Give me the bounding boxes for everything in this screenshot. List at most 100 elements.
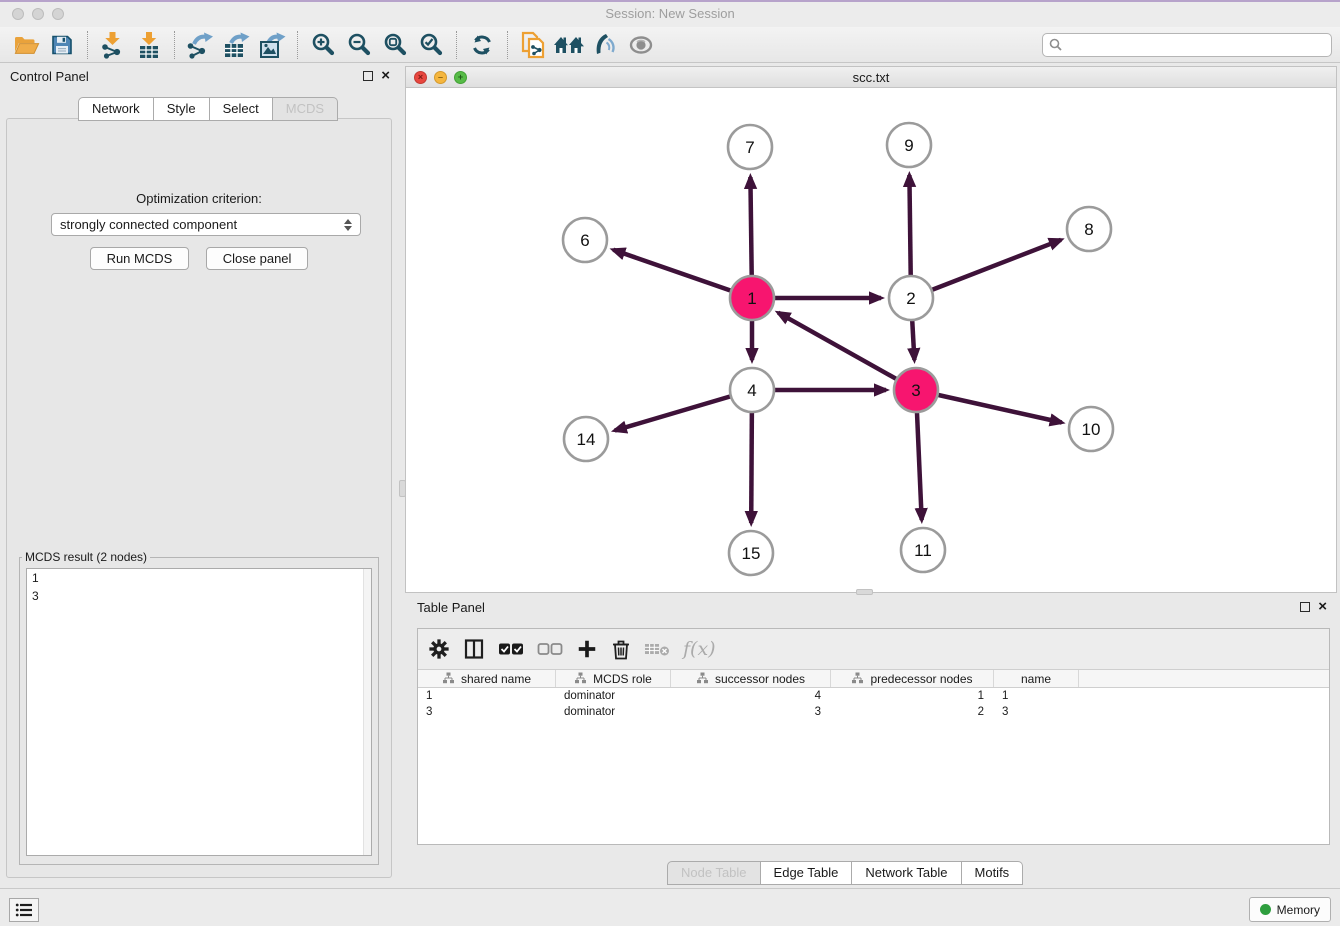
cell-successor-nodes[interactable]: 4 [671,688,831,704]
splitter-grip-horizontal[interactable] [856,589,873,595]
dropdown-stepper-icon [344,219,352,231]
first-neighbors-button[interactable] [551,30,587,60]
save-session-button[interactable] [44,30,80,60]
open-session-button[interactable] [8,30,44,60]
memory-status-icon [1260,904,1271,915]
zoom-out-icon [347,32,372,57]
mcds-result-text[interactable]: 13 [26,568,372,856]
graph-edge-3-1[interactable] [778,313,916,390]
cell-shared-name[interactable]: 1 [418,688,556,704]
style-brush-button[interactable] [587,30,623,60]
status-bar: Memory [0,888,1340,926]
criterion-dropdown[interactable]: strongly connected component [51,213,361,236]
delete-table-button[interactable] [644,635,670,663]
tab-edge-table[interactable]: Edge Table [761,861,853,885]
graph-node-label-1: 1 [747,289,756,308]
cell-shared-name[interactable]: 3 [418,704,556,720]
table-row[interactable]: 3dominator323 [418,704,1329,720]
tab-node-table[interactable]: Node Table [667,861,761,885]
float-table-panel-icon[interactable] [1300,602,1310,612]
workspace: Control Panel × NetworkStyleSelectMCDS O… [0,63,1340,888]
tab-network[interactable]: Network [78,97,154,121]
export-image-button[interactable] [254,30,290,60]
memory-label: Memory [1277,903,1320,917]
table-columns-button[interactable] [463,635,485,663]
houses-icon [554,34,584,56]
column-header-successor-nodes[interactable]: successor nodes [671,670,831,687]
zoom-in-button[interactable] [305,30,341,60]
network-window-title: scc.txt [406,70,1336,85]
main-toolbar [0,27,1340,63]
float-panel-icon[interactable] [363,71,373,81]
add-row-button[interactable] [576,635,598,663]
toolbar-separator [174,31,175,59]
duplicate-network-icon [520,31,546,59]
graph-edge-2-8[interactable] [911,240,1061,298]
column-header-shared-name[interactable]: shared name [418,670,556,687]
zoom-fit-button[interactable] [377,30,413,60]
refresh-icon [470,33,494,57]
control-panel: Control Panel × NetworkStyleSelectMCDS O… [0,63,398,888]
task-history-button[interactable] [9,898,39,922]
network-window: × – + scc.txt 12346789101114 [405,66,1337,593]
column-header-name[interactable]: name [994,670,1079,687]
mcds-panel: Optimization criterion: strongly connect… [6,118,392,878]
network-graph[interactable]: 1234678910111415 [406,88,1335,592]
deselect-all-button[interactable] [537,635,563,663]
save-icon [50,33,74,57]
eye-icon [628,35,654,55]
column-header-predecessor-nodes[interactable]: predecessor nodes [831,670,994,687]
tab-network-table[interactable]: Network Table [852,861,961,885]
result-line: 1 [27,569,371,587]
run-mcds-button[interactable]: Run MCDS [90,247,190,270]
mcds-result-box: MCDS result (2 nodes) 13 [19,550,379,865]
close-panel-button[interactable]: Close panel [206,247,309,270]
import-network-button[interactable] [95,30,131,60]
cell-predecessor-nodes[interactable]: 2 [831,704,994,720]
table-row[interactable]: 1dominator411 [418,688,1329,704]
checked-boxes-icon [498,642,524,656]
cell-successor-nodes[interactable]: 3 [671,704,831,720]
cell-predecessor-nodes[interactable]: 1 [831,688,994,704]
cell-name[interactable]: 1 [994,688,1079,704]
cell-mcds-role[interactable]: dominator [556,704,671,720]
graph-node-label-9: 9 [904,136,913,155]
duplicate-network-button[interactable] [515,30,551,60]
export-image-icon [258,31,286,59]
column-header-mcds-role[interactable]: MCDS role [556,670,671,687]
close-panel-icon[interactable]: × [381,71,390,81]
refresh-styles-button[interactable] [464,30,500,60]
table-settings-button[interactable] [428,635,450,663]
tab-select[interactable]: Select [210,97,273,121]
show-details-button[interactable] [623,30,659,60]
network-window-titlebar[interactable]: × – + scc.txt [406,67,1336,88]
application-window: Session: New Session [0,0,1340,926]
export-network-button[interactable] [182,30,218,60]
zoom-selected-button[interactable] [413,30,449,60]
search-box[interactable] [1042,33,1332,57]
result-scrollbar[interactable] [363,569,371,855]
tab-mcds[interactable]: MCDS [273,97,338,121]
function-builder-button[interactable]: f(x) [683,635,716,663]
search-input[interactable] [1067,38,1325,52]
tab-motifs[interactable]: Motifs [962,861,1024,885]
toolbar-separator [507,31,508,59]
export-table-button[interactable] [218,30,254,60]
criterion-value: strongly connected component [60,217,237,232]
zoom-out-button[interactable] [341,30,377,60]
toolbar-separator [297,31,298,59]
export-network-icon [186,31,214,59]
memory-button[interactable]: Memory [1249,897,1331,922]
toolbar-separator [456,31,457,59]
tab-style[interactable]: Style [154,97,210,121]
delete-row-button[interactable] [611,635,631,663]
close-table-panel-icon[interactable]: × [1318,602,1327,612]
import-network-icon [100,31,126,59]
cell-name[interactable]: 3 [994,704,1079,720]
network-canvas[interactable]: 1234678910111415 [406,88,1336,592]
import-table-button[interactable] [131,30,167,60]
splitter-grip-vertical[interactable] [399,480,406,497]
cell-mcds-role[interactable]: dominator [556,688,671,704]
control-panel-tabs: NetworkStyleSelectMCDS [78,97,338,121]
select-all-button[interactable] [498,635,524,663]
